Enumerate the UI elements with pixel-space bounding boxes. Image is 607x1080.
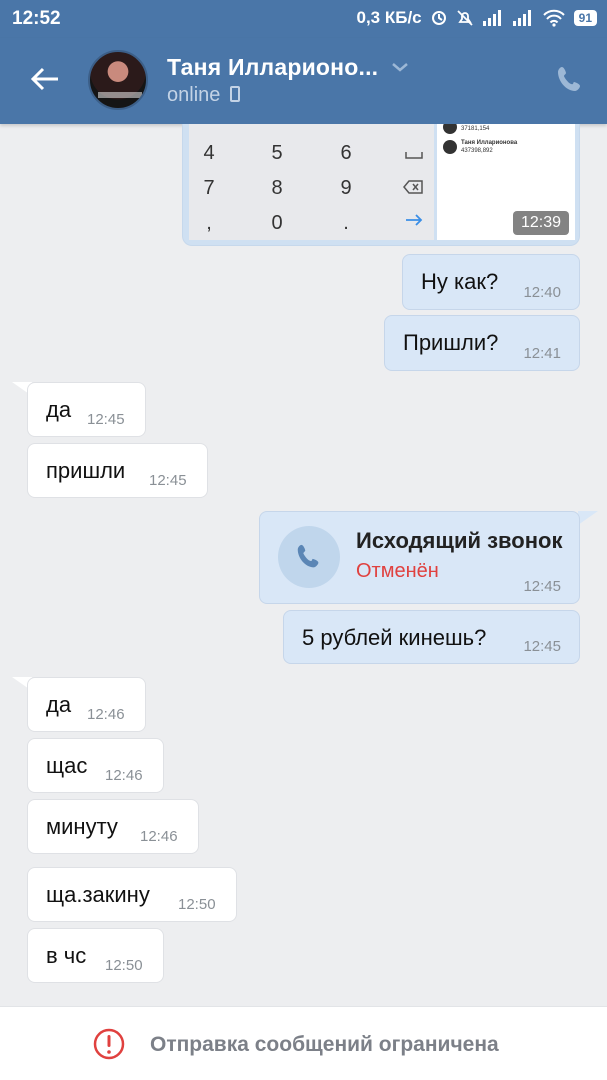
- message-outgoing[interactable]: Пришли? 12:41: [384, 315, 580, 371]
- message-incoming[interactable]: в чс 12:50: [27, 928, 164, 983]
- message-time: 12:50: [105, 957, 143, 974]
- message-time: 12:45: [523, 638, 561, 655]
- image-message[interactable]: 4 5 6 7 8 9 , 0 . 37181,154 Таня Илларио…: [182, 124, 580, 246]
- peer-name[interactable]: Таня Илларионо...: [167, 54, 378, 81]
- footer-text: Отправка сообщений ограничена: [150, 1033, 499, 1056]
- message-text: минуту: [46, 814, 118, 839]
- keypad-key: 6: [340, 142, 352, 164]
- call-title: Исходящий звонок: [356, 528, 563, 553]
- chat-header: Таня Илларионо... online: [0, 38, 607, 124]
- message-incoming[interactable]: щас 12:46: [27, 738, 164, 793]
- status-time: 12:52: [12, 8, 61, 29]
- message-time: 12:39: [512, 211, 569, 235]
- preview-line: 37181,154: [461, 126, 490, 132]
- message-incoming[interactable]: да 12:46: [27, 677, 146, 732]
- restricted-footer: Отправка сообщений ограничена: [0, 1006, 607, 1080]
- message-text: 5 рублей кинешь?: [302, 625, 487, 650]
- preview-avatar: [443, 140, 457, 154]
- enter-arrow-icon: [406, 214, 423, 226]
- battery-indicator: 91: [573, 10, 597, 26]
- keypad-key: 4: [203, 142, 215, 164]
- phone-icon: [297, 544, 319, 568]
- signal-icon-2: [512, 10, 531, 26]
- status-bar: 12:52 0,3 КБ/с 91: [0, 0, 607, 38]
- keypad-key: 9: [340, 177, 352, 199]
- message-text: да: [46, 692, 72, 717]
- message-time: 12:41: [523, 345, 561, 362]
- message-time: 12:46: [87, 706, 125, 723]
- status-icons: 0,3 КБ/с 91: [356, 8, 597, 28]
- signal-icon: [482, 10, 501, 26]
- backspace-icon: [403, 180, 423, 194]
- message-incoming[interactable]: пришли 12:45: [27, 443, 208, 498]
- space-key-icon: [405, 152, 423, 159]
- wifi-icon: [542, 9, 565, 27]
- warning-icon: [93, 1028, 125, 1060]
- keypad-key: 0: [271, 212, 283, 234]
- back-arrow-icon[interactable]: [28, 62, 62, 96]
- message-time: 12:45: [523, 578, 561, 595]
- call-icon[interactable]: [554, 64, 586, 96]
- keypad-key: 8: [271, 177, 283, 199]
- message-time: 12:46: [105, 767, 143, 784]
- message-incoming[interactable]: ща.закину 12:50: [27, 867, 237, 922]
- message-incoming[interactable]: да 12:45: [27, 382, 146, 437]
- preview-line: 437398,892: [461, 148, 493, 154]
- alarm-icon: [431, 11, 446, 25]
- peer-status: online: [167, 84, 241, 107]
- message-text: щас: [46, 753, 88, 778]
- message-text: Ну как?: [421, 269, 499, 294]
- message-time: 12:40: [523, 284, 561, 301]
- mobile-phone-icon: [230, 86, 241, 102]
- message-time: 12:45: [149, 472, 187, 489]
- keypad-screenshot: 4 5 6 7 8 9 , 0 .: [189, 124, 434, 240]
- message-outgoing[interactable]: 5 рублей кинешь? 12:45: [283, 610, 580, 664]
- call-message[interactable]: Исходящий звонок Отменён 12:45: [259, 511, 580, 604]
- peer-status-text: online: [167, 84, 221, 106]
- preview-name: Таня Илларионова: [461, 140, 518, 146]
- keypad-key: 7: [203, 177, 215, 199]
- message-outgoing[interactable]: Ну как? 12:40: [402, 254, 580, 310]
- mute-bell-icon: [457, 10, 473, 26]
- avatar[interactable]: [88, 50, 148, 110]
- preview-avatar: [443, 124, 457, 134]
- keypad-key: 5: [271, 142, 283, 164]
- message-incoming[interactable]: минуту 12:46: [27, 799, 199, 854]
- call-circle: [278, 526, 340, 588]
- chevron-down-icon[interactable]: [390, 60, 410, 74]
- message-time: 12:50: [178, 896, 216, 913]
- message-text: да: [46, 397, 72, 422]
- keypad-key: ,: [206, 212, 212, 234]
- network-speed: 0,3 КБ/с: [356, 8, 422, 27]
- message-text: Пришли?: [403, 330, 499, 355]
- message-time: 12:45: [87, 411, 125, 428]
- message-text: ща.закину: [46, 882, 150, 907]
- message-text: пришли: [46, 458, 126, 483]
- call-status: Отменён: [356, 560, 439, 582]
- message-time: 12:46: [140, 828, 178, 845]
- bubble-tail: [578, 511, 598, 525]
- message-text: в чс: [46, 943, 87, 968]
- keypad-key: .: [343, 212, 349, 234]
